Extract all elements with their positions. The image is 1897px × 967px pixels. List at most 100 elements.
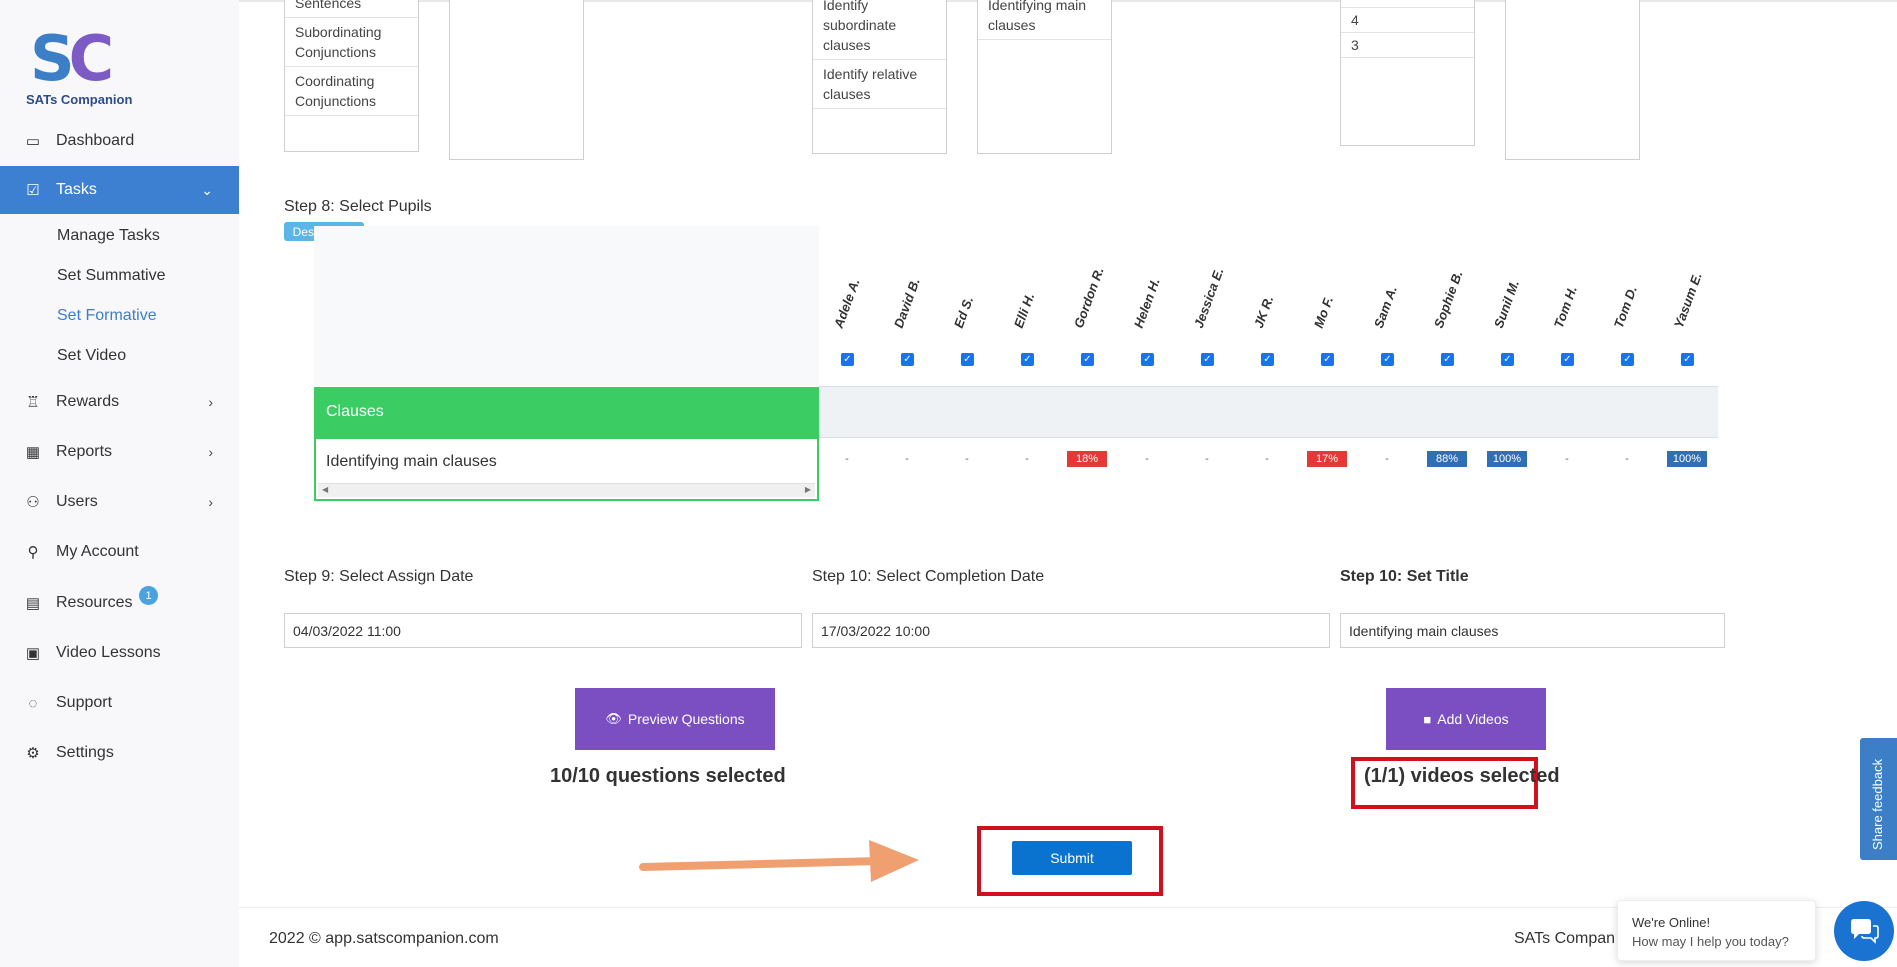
pupil-name-header: Helen H. bbox=[1131, 260, 1165, 330]
pupil-name: Sophie B. bbox=[1430, 268, 1466, 330]
pupil-name-header: Sam A. bbox=[1371, 260, 1405, 330]
pupil-checkbox[interactable]: ✓ bbox=[841, 353, 854, 366]
footer-brand: SATs Compan bbox=[1514, 930, 1616, 947]
pupil-name: Adele A. bbox=[830, 276, 863, 330]
tasks-icon: ☑ bbox=[26, 182, 40, 199]
sidebar-item-reports[interactable]: ▦ Reports › bbox=[0, 428, 239, 476]
chat-greeting-bubble[interactable]: We're Online! How may I help you today? bbox=[1617, 900, 1816, 961]
sidebar-item-label: Settings bbox=[56, 744, 114, 761]
list-item[interactable]: Identifying main clauses bbox=[978, 0, 1111, 40]
sidebar-item-tasks[interactable]: ☑ Tasks ⌄ bbox=[0, 166, 239, 214]
logo-mark: SC bbox=[30, 22, 114, 95]
empty-listbox[interactable] bbox=[449, 0, 584, 160]
sidebar-item-my-account[interactable]: ⚲ My Account bbox=[0, 528, 239, 576]
pupil-checkbox[interactable]: ✓ bbox=[1681, 353, 1694, 366]
share-feedback-label: Share feedback bbox=[1870, 758, 1885, 850]
subnav-manage-tasks[interactable]: Manage Tasks bbox=[57, 227, 160, 245]
pupil-name: JK R. bbox=[1250, 293, 1277, 330]
pupil-checkbox[interactable]: ✓ bbox=[1561, 353, 1574, 366]
pupil-name: Tom D. bbox=[1610, 283, 1640, 330]
pupil-checkbox[interactable]: ✓ bbox=[961, 353, 974, 366]
topic-listbox[interactable]: Sentences Subordinating Conjunctions Coo… bbox=[284, 0, 419, 152]
assign-date-input[interactable]: 04/03/2022 11:00 bbox=[284, 613, 802, 648]
logo[interactable]: SC SATs Companion bbox=[24, 22, 144, 112]
score-cell: - bbox=[1265, 453, 1269, 465]
subnav-set-summative[interactable]: Set Summative bbox=[57, 267, 165, 285]
selected-objective-listbox[interactable]: Identifying main clauses bbox=[977, 0, 1112, 154]
step8-label: Step 8: Select Pupils bbox=[284, 198, 432, 215]
pupil-name-header: Sunil M. bbox=[1491, 260, 1525, 330]
sidebar-item-support[interactable]: ◌ Support bbox=[0, 679, 239, 727]
score-cell: - bbox=[1385, 453, 1389, 465]
pupil-checkbox[interactable]: ✓ bbox=[1201, 353, 1214, 366]
pupil-checkbox[interactable]: ✓ bbox=[1021, 353, 1034, 366]
title-input[interactable]: Identifying main clauses bbox=[1340, 613, 1725, 648]
horizontal-scrollbar[interactable]: ◀ ▶ bbox=[318, 483, 815, 497]
objective-label: Identifying main clauses bbox=[326, 453, 497, 470]
grid-line bbox=[819, 437, 1718, 438]
pupil-name-header: Adele A. bbox=[831, 260, 865, 330]
resources-icon: ▤ bbox=[25, 595, 41, 612]
score-cell: - bbox=[1565, 453, 1569, 465]
sidebar-item-resources[interactable]: ▤ Resources bbox=[0, 579, 239, 627]
users-icon: ⚇ bbox=[26, 494, 40, 511]
sidebar-item-users[interactable]: ⚇ Users › bbox=[0, 478, 239, 526]
empty-listbox-2[interactable] bbox=[1505, 0, 1640, 160]
pupil-checkbox[interactable]: ✓ bbox=[1261, 353, 1274, 366]
pupil-checkbox[interactable]: ✓ bbox=[1441, 353, 1454, 366]
sidebar-item-dashboard[interactable]: ▭ Dashboard bbox=[0, 117, 239, 165]
list-item[interactable]: 5 bbox=[1341, 0, 1474, 8]
video-icon: ▣ bbox=[25, 645, 41, 662]
step9-label: Step 9: Select Assign Date bbox=[284, 568, 474, 585]
list-item[interactable]: 4 bbox=[1341, 8, 1474, 33]
scroll-left-icon[interactable]: ◀ bbox=[322, 485, 328, 494]
objective-listbox[interactable]: Identify subordinate clauses Identify re… bbox=[812, 0, 947, 154]
list-item[interactable]: Subordinating Conjunctions bbox=[285, 18, 418, 67]
pupil-name-header: Ed S. bbox=[951, 260, 985, 330]
add-videos-button[interactable]: ■ Add Videos bbox=[1386, 688, 1546, 750]
sidebar-item-label: Rewards bbox=[56, 393, 120, 410]
subnav-set-formative[interactable]: Set Formative bbox=[57, 307, 157, 325]
pupil-name: Yasum E. bbox=[1670, 270, 1705, 330]
sidebar-item-label: Video Lessons bbox=[56, 644, 161, 661]
monitor-icon: ▭ bbox=[25, 133, 41, 150]
pupil-checkbox[interactable]: ✓ bbox=[1141, 353, 1154, 366]
pupil-name-header: David B. bbox=[891, 260, 925, 330]
pupil-checkbox[interactable]: ✓ bbox=[1621, 353, 1634, 366]
pupil-name: Sam A. bbox=[1370, 283, 1400, 330]
chevron-right-icon: › bbox=[208, 494, 213, 510]
list-item[interactable]: 3 bbox=[1341, 33, 1474, 58]
list-item[interactable]: Sentences bbox=[285, 0, 418, 18]
chat-launcher-button[interactable] bbox=[1834, 901, 1894, 961]
chat-online-text: We're Online! bbox=[1632, 915, 1711, 930]
preview-questions-button[interactable]: 👁 Preview Questions bbox=[575, 688, 775, 750]
pupil-name: Sunil M. bbox=[1490, 278, 1523, 330]
share-feedback-tab[interactable]: Share feedback bbox=[1860, 738, 1897, 860]
annotation-arrow bbox=[639, 840, 919, 882]
list-item[interactable]: Identify subordinate clauses bbox=[813, 0, 946, 60]
pupil-checkbox[interactable]: ✓ bbox=[901, 353, 914, 366]
pupil-name-header: JK R. bbox=[1251, 260, 1285, 330]
pupil-name-header: Mo F. bbox=[1311, 260, 1345, 330]
submit-button[interactable]: Submit bbox=[1012, 841, 1132, 875]
chat-icon bbox=[1851, 919, 1879, 944]
sidebar-item-video-lessons[interactable]: ▣ Video Lessons bbox=[0, 629, 239, 677]
list-item[interactable]: Coordinating Conjunctions bbox=[285, 67, 418, 116]
list-item[interactable]: Identify relative clauses bbox=[813, 60, 946, 109]
pupil-checkbox[interactable]: ✓ bbox=[1381, 353, 1394, 366]
pupil-checkbox[interactable]: ✓ bbox=[1321, 353, 1334, 366]
pupil-name-header: Sophie B. bbox=[1431, 260, 1466, 330]
scroll-right-icon[interactable]: ▶ bbox=[805, 485, 811, 494]
pupil-name: Jessica E. bbox=[1190, 265, 1227, 330]
sidebar-item-settings[interactable]: ⚙ Settings bbox=[0, 729, 239, 777]
subnav-set-video[interactable]: Set Video bbox=[57, 347, 126, 365]
pupil-checkbox[interactable]: ✓ bbox=[1081, 353, 1094, 366]
pupil-checkbox[interactable]: ✓ bbox=[1501, 353, 1514, 366]
completion-date-input[interactable]: 17/03/2022 10:00 bbox=[812, 613, 1330, 648]
eye-icon: 👁 bbox=[605, 711, 622, 726]
number-listbox[interactable]: 5 4 3 bbox=[1340, 0, 1475, 146]
sidebar-item-rewards[interactable]: ♖ Rewards › bbox=[0, 378, 239, 426]
score-cell: 17% bbox=[1307, 451, 1347, 467]
pupil-name: David B. bbox=[890, 275, 923, 330]
videos-count: (1/1) videos selected bbox=[1364, 765, 1560, 787]
